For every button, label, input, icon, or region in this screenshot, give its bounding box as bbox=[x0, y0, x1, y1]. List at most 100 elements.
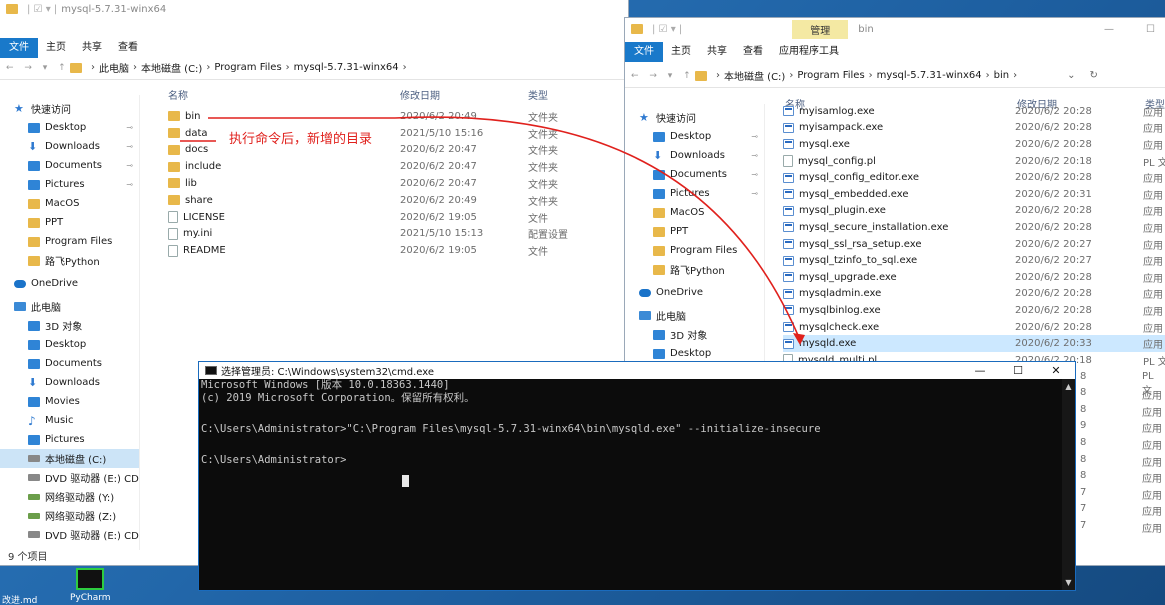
pycharm-icon[interactable] bbox=[76, 568, 104, 590]
cmd-window[interactable]: 选择管理员: C:\Windows\system32\cmd.exe — ☐ ✕… bbox=[199, 362, 1075, 590]
sidebar-item[interactable]: Documents ⊸ bbox=[625, 165, 764, 184]
tab-home[interactable]: 主页 bbox=[38, 38, 74, 58]
sidebar-item[interactable]: PPT bbox=[0, 213, 139, 232]
sidebar-item[interactable]: ⬇ Downloads bbox=[0, 373, 139, 392]
sidebar-item[interactable]: 此电脑 bbox=[0, 297, 139, 316]
breadcrumb-mysql[interactable]: mysql-5.7.31-winx64 bbox=[877, 70, 982, 81]
minimize-button[interactable]: — bbox=[1104, 24, 1114, 35]
file-row[interactable]: mysql_tzinfo_to_sql.exe 2020/6/2 20:27 应用 bbox=[783, 252, 1165, 269]
file-row[interactable]: mysql_config.pl 2020/6/2 20:18 PL 文 bbox=[783, 153, 1165, 170]
file-row[interactable]: myisampack.exe 2020/6/2 20:28 应用 bbox=[783, 120, 1165, 137]
file-row[interactable]: bin 2020/6/2 20:49 文件夹 bbox=[168, 108, 588, 125]
scroll-down-icon[interactable]: ▼ bbox=[1062, 578, 1075, 587]
quick-access-toolbar[interactable]: | ☑ ▾ | bbox=[652, 24, 682, 35]
sidebar-item[interactable]: 3D 对象 bbox=[625, 325, 764, 344]
desktop-icon-pycharm[interactable]: PyCharm bbox=[70, 593, 111, 603]
file-row[interactable]: mysqladmin.exe 2020/6/2 20:28 应用 bbox=[783, 286, 1165, 303]
sidebar-item[interactable]: OneDrive bbox=[625, 283, 764, 302]
file-row[interactable]: mysqlcheck.exe 2020/6/2 20:28 应用 bbox=[783, 319, 1165, 336]
sidebar-item[interactable]: 本地磁盘 (C:) bbox=[0, 449, 139, 468]
tab-home[interactable]: 主页 bbox=[663, 42, 699, 62]
tab-view[interactable]: 查看 bbox=[735, 42, 771, 62]
pin-icon[interactable]: ⊸ bbox=[751, 132, 758, 141]
sidebar-item[interactable]: PPT bbox=[625, 222, 764, 241]
maximize-button[interactable]: ☐ bbox=[999, 362, 1037, 379]
scroll-up-icon[interactable]: ▲ bbox=[1062, 382, 1075, 391]
sidebar-item[interactable]: Desktop bbox=[0, 335, 139, 354]
sidebar-item[interactable]: 此电脑 bbox=[625, 306, 764, 325]
sidebar-item[interactable]: Documents ⊸ bbox=[0, 156, 139, 175]
sidebar-item[interactable]: Pictures bbox=[0, 430, 139, 449]
breadcrumb-c-drive[interactable]: 本地磁盘 (C:) bbox=[724, 68, 785, 83]
sidebar-item[interactable]: 网络驱动器 (Z:) bbox=[0, 506, 139, 525]
sidebar-item[interactable]: DVD 驱动器 (E:) CDR( bbox=[0, 525, 139, 544]
refresh-icon[interactable]: ↻ bbox=[1090, 70, 1098, 81]
tab-app-tools[interactable]: 应用程序工具 bbox=[771, 42, 847, 62]
dropdown-icon[interactable]: ⌄ bbox=[1067, 70, 1075, 81]
pin-icon[interactable]: ⊸ bbox=[126, 180, 133, 189]
manage-tab[interactable]: 管理 bbox=[792, 19, 849, 39]
breadcrumb-mysql[interactable]: mysql-5.7.31-winx64 bbox=[294, 62, 399, 73]
sidebar-item[interactable]: 路飞Python bbox=[625, 260, 764, 279]
left-address-bar[interactable]: ← → ▾ ↑ › 此电脑 › 本地磁盘 (C:) › Program Files ›… bbox=[0, 56, 628, 80]
file-row[interactable]: mysql_config_editor.exe 2020/6/2 20:28 应用 bbox=[783, 169, 1165, 186]
tab-file[interactable]: 文件 bbox=[625, 42, 663, 62]
minimize-button[interactable]: — bbox=[961, 362, 999, 379]
file-row[interactable]: mysqlbinlog.exe 2020/6/2 20:28 应用 bbox=[783, 302, 1165, 319]
sidebar-item[interactable]: Desktop bbox=[625, 344, 764, 363]
tab-share[interactable]: 共享 bbox=[699, 42, 735, 62]
sidebar-item[interactable]: 网络驱动器 (Y:) bbox=[0, 487, 139, 506]
sidebar-item[interactable]: MacOS bbox=[0, 194, 139, 213]
breadcrumb-program-files[interactable]: Program Files bbox=[797, 70, 864, 81]
sidebar-item[interactable]: Pictures ⊸ bbox=[0, 175, 139, 194]
tab-file[interactable]: 文件 bbox=[0, 38, 38, 58]
pin-icon[interactable]: ⊸ bbox=[126, 161, 133, 170]
sidebar-item[interactable]: MacOS bbox=[625, 203, 764, 222]
column-type[interactable]: 类型 bbox=[528, 87, 548, 102]
file-row[interactable]: mysql_plugin.exe 2020/6/2 20:28 应用 bbox=[783, 203, 1165, 220]
file-row[interactable]: LICENSE 2020/6/2 19:05 文件 bbox=[168, 209, 588, 226]
file-row[interactable]: README 2020/6/2 19:05 文件 bbox=[168, 242, 588, 259]
file-row[interactable]: lib 2020/6/2 20:47 文件夹 bbox=[168, 175, 588, 192]
sidebar-item[interactable]: 路飞Python bbox=[0, 251, 139, 270]
nav-buttons[interactable]: ← → ▾ ↑ bbox=[0, 63, 70, 73]
sidebar-item[interactable]: ★ 快速访问 bbox=[625, 108, 764, 127]
sidebar-item[interactable]: ⬇ Downloads ⊸ bbox=[0, 137, 139, 156]
sidebar-item[interactable]: ★ 快速访问 bbox=[0, 99, 139, 118]
sidebar-item[interactable]: Movies bbox=[0, 392, 139, 411]
sidebar-item[interactable]: 3D 对象 bbox=[0, 316, 139, 335]
terminal-output[interactable]: Microsoft Windows [版本 10.0.18363.1440] (c… bbox=[201, 379, 1061, 590]
file-row[interactable]: mysql_embedded.exe 2020/6/2 20:31 应用 bbox=[783, 186, 1165, 203]
file-row[interactable]: mysql_secure_installation.exe 2020/6/2 20… bbox=[783, 219, 1165, 236]
cmd-scrollbar[interactable]: ▲ ▼ bbox=[1062, 379, 1075, 590]
sidebar-item[interactable]: ⬇ Downloads ⊸ bbox=[625, 146, 764, 165]
nav-buttons[interactable]: ← → ▾ ↑ bbox=[625, 71, 695, 81]
tab-view[interactable]: 查看 bbox=[110, 38, 146, 58]
sidebar-item[interactable]: Program Files bbox=[625, 241, 764, 260]
maximize-button[interactable]: ☐ bbox=[1146, 24, 1155, 35]
pin-icon[interactable]: ⊸ bbox=[126, 142, 133, 151]
breadcrumb-bin[interactable]: bin bbox=[994, 70, 1009, 81]
right-address-bar[interactable]: ← → ▾ ↑ › 本地磁盘 (C:) › Program Files › mysq… bbox=[625, 64, 1165, 88]
sidebar-item[interactable]: OneDrive bbox=[0, 274, 139, 293]
file-row[interactable]: myisamlog.exe 2020/6/2 20:28 应用 bbox=[783, 103, 1165, 120]
file-row[interactable]: include 2020/6/2 20:47 文件夹 bbox=[168, 158, 588, 175]
sidebar-item[interactable]: Documents bbox=[0, 354, 139, 373]
pin-icon[interactable]: ⊸ bbox=[126, 123, 133, 132]
column-date[interactable]: 修改日期 bbox=[400, 87, 528, 102]
breadcrumb-c-drive[interactable]: 本地磁盘 (C:) bbox=[141, 60, 202, 75]
sidebar-item[interactable]: Desktop ⊸ bbox=[0, 118, 139, 137]
pin-icon[interactable]: ⊸ bbox=[751, 151, 758, 160]
file-row[interactable]: mysqld.exe 2020/6/2 20:33 应用 bbox=[783, 335, 1165, 352]
file-row[interactable]: mysql.exe 2020/6/2 20:28 应用 bbox=[783, 136, 1165, 153]
breadcrumb-this-pc[interactable]: 此电脑 bbox=[99, 60, 129, 75]
pin-icon[interactable]: ⊸ bbox=[751, 189, 758, 198]
sidebar-item[interactable]: ♪ Music bbox=[0, 411, 139, 430]
file-row[interactable]: share 2020/6/2 20:49 文件夹 bbox=[168, 192, 588, 209]
sidebar-item[interactable]: Desktop ⊸ bbox=[625, 127, 764, 146]
file-row[interactable]: mysql_ssl_rsa_setup.exe 2020/6/2 20:27 应用 bbox=[783, 236, 1165, 253]
desktop-icon-markdown[interactable]: 改进.md bbox=[2, 593, 37, 605]
close-button[interactable]: ✕ bbox=[1037, 362, 1075, 379]
sidebar-item[interactable]: Pictures ⊸ bbox=[625, 184, 764, 203]
tab-share[interactable]: 共享 bbox=[74, 38, 110, 58]
